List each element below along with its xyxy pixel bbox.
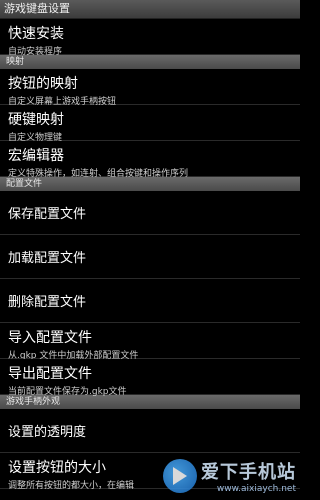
quick-install-item[interactable]: 快速安装 自动安装程序 xyxy=(0,19,300,57)
item-title: 宏编辑器 xyxy=(8,148,64,164)
item-subtitle: 当前配置文件保存为.gkp文件 xyxy=(8,387,127,397)
watermark-brand: 爱下手机站 xyxy=(201,462,296,483)
item-title: 加载配置文件 xyxy=(8,251,87,266)
button-mapping-item[interactable]: 按钮的映射 自定义屏幕上游戏手柄按钮 xyxy=(0,69,300,107)
item-title: 硬键映射 xyxy=(8,112,64,128)
site-watermark: 爱下手机站 www.aixiaych.net xyxy=(163,458,296,494)
item-title: 快速安装 xyxy=(8,26,64,42)
delete-config-item[interactable]: 删除配置文件 xyxy=(0,279,300,323)
window-title: 游戏键盘设置 xyxy=(0,0,300,19)
section-header-config: 配置文件 xyxy=(0,177,300,191)
section-header-mapping: 映射 xyxy=(0,55,300,69)
play-logo-icon xyxy=(163,459,197,493)
item-title: 导出配置文件 xyxy=(8,366,92,382)
hard-key-mapping-item[interactable]: 硬键映射 自定义物理键 xyxy=(0,105,300,143)
item-subtitle: 定义特殊操作，如连射、组合按键和操作序列 xyxy=(8,169,189,179)
save-config-item[interactable]: 保存配置文件 xyxy=(0,191,300,235)
item-title: 删除配置文件 xyxy=(8,295,87,310)
item-title: 设置的透明度 xyxy=(8,425,87,440)
import-config-item[interactable]: 导入配置文件 从.gkp 文件中加载外部配置文件 xyxy=(0,323,300,361)
item-title: 按钮的映射 xyxy=(8,76,78,92)
section-header-appearance: 游戏手柄外观 xyxy=(0,395,300,409)
watermark-url: www.aixiaych.net xyxy=(216,484,296,494)
item-title: 导入配置文件 xyxy=(8,330,92,346)
item-subtitle: 自动安装程序 xyxy=(8,47,63,57)
load-config-item[interactable]: 加载配置文件 xyxy=(0,235,300,279)
item-title: 保存配置文件 xyxy=(8,207,87,222)
export-config-item[interactable]: 导出配置文件 当前配置文件保存为.gkp文件 xyxy=(0,359,300,397)
opacity-setting-item[interactable]: 设置的透明度 xyxy=(0,409,300,453)
macro-editor-item[interactable]: 宏编辑器 定义特殊操作，如连射、组合按键和操作序列 xyxy=(0,141,300,179)
